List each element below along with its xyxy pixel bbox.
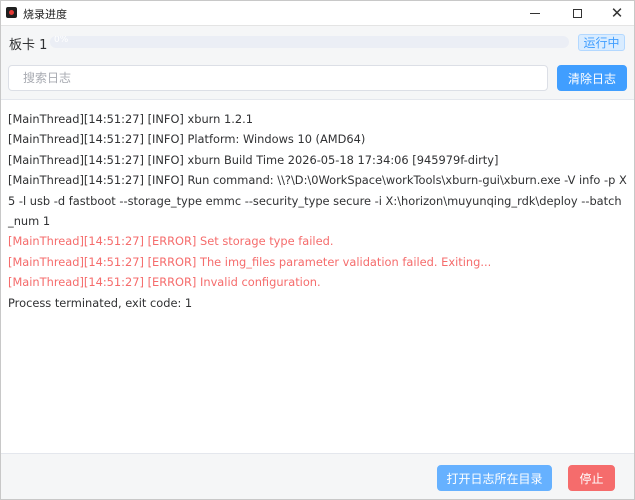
window-title: 烧录进度 [23, 8, 67, 21]
minimize-button[interactable] [515, 1, 555, 25]
progress-bar: 0% [50, 36, 569, 48]
log-line: [MainThread][14:51:27] [ERROR] Set stora… [8, 234, 334, 249]
progress-window: 烧录进度 ✕ 板卡 1 0% 运行中 清除日志 [MainThread][14:… [0, 0, 635, 500]
stop-button[interactable]: 停止 [568, 465, 615, 491]
close-icon: ✕ [610, 4, 624, 22]
open-log-directory-button[interactable]: 打开日志所在目录 [437, 465, 552, 491]
log-line: [MainThread][14:51:27] [INFO] Platform: … [8, 132, 366, 147]
title-bar: 烧录进度 ✕ [1, 1, 634, 26]
log-line: [MainThread][14:51:27] [ERROR] Invalid c… [8, 275, 321, 290]
log-line: [MainThread][14:51:27] [ERROR] The img_f… [8, 254, 492, 269]
log-panel[interactable]: [MainThread][14:51:27] [INFO] xburn 1.2.… [1, 99, 634, 454]
maximize-icon [572, 8, 582, 18]
app-logo-icon [6, 7, 17, 18]
log-line: [MainThread][14:51:27] [INFO] xburn 1.2.… [8, 112, 253, 126]
log-line: Process terminated, exit code: 1 [8, 295, 193, 310]
minimize-icon [530, 12, 540, 14]
status-badge: 运行中 [578, 34, 625, 51]
maximize-button[interactable] [557, 1, 597, 25]
board-label: 板卡 1 [9, 38, 48, 53]
log-line: [MainThread][14:51:27] [INFO] xburn Buil… [8, 152, 499, 167]
search-input[interactable] [8, 65, 548, 91]
progress-text: 0% [54, 36, 69, 45]
clear-log-button[interactable]: 清除日志 [557, 65, 627, 91]
log-line: [MainThread][14:51:27] [INFO] Run comman… [8, 173, 627, 229]
close-button[interactable]: ✕ [597, 1, 635, 25]
